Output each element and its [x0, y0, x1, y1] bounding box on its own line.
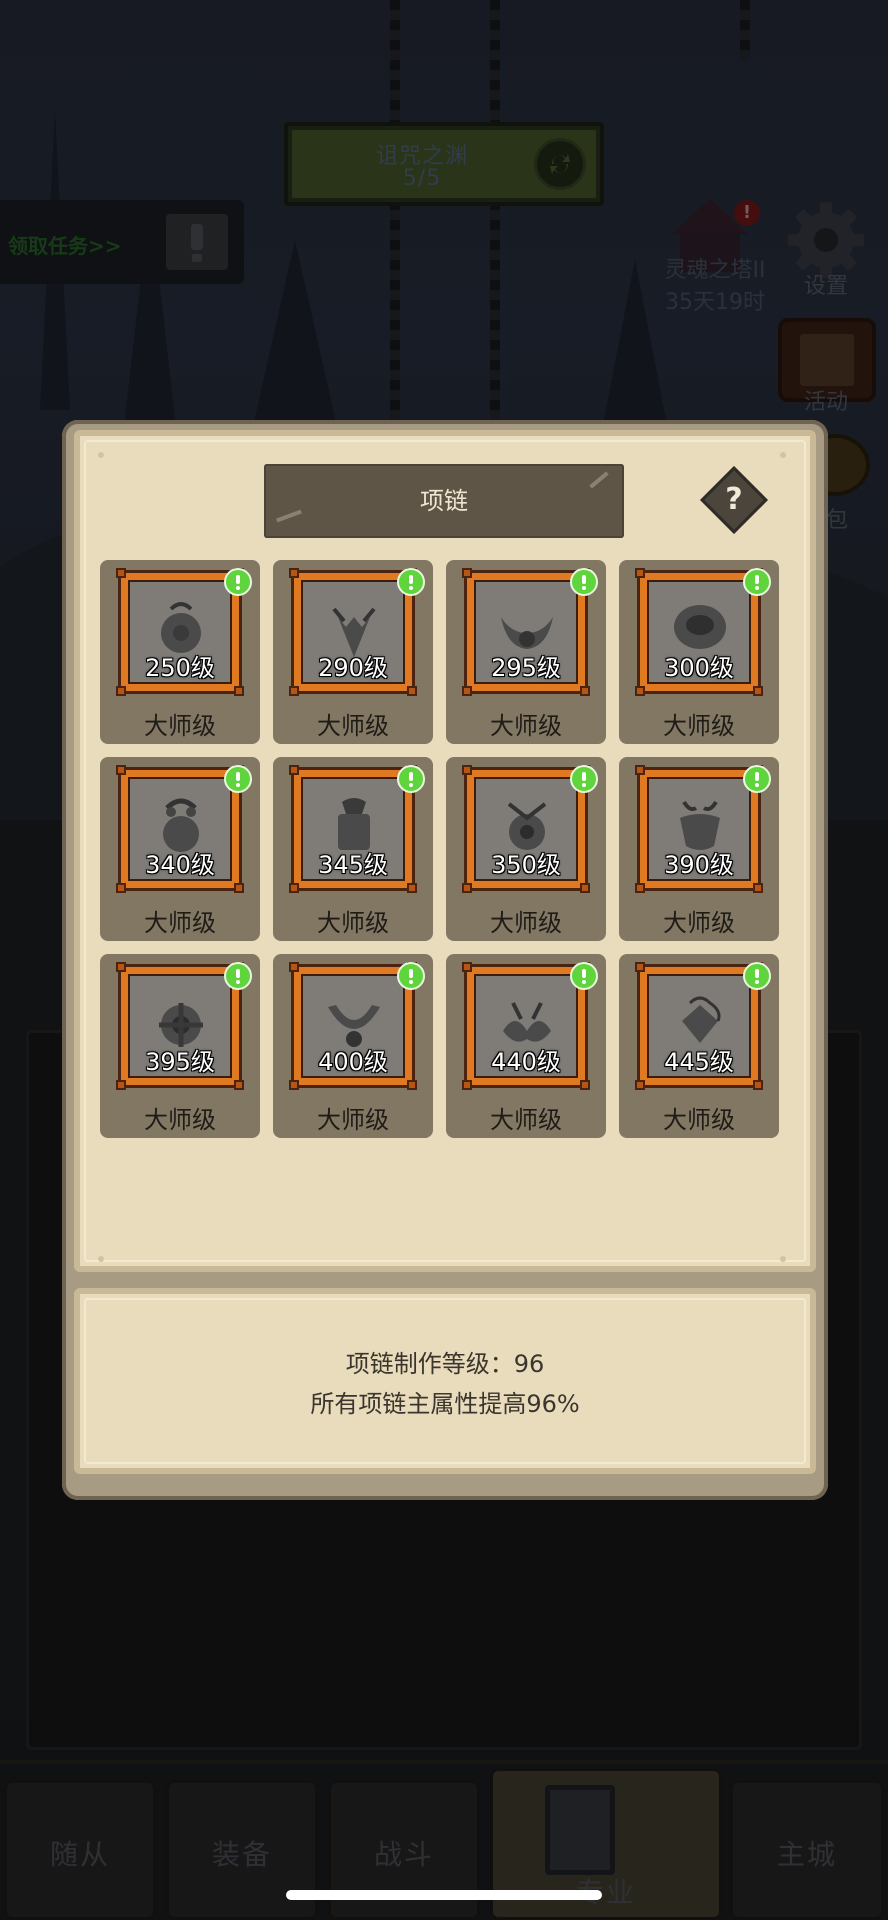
item-level: 250级 [145, 654, 215, 682]
item-level: 340级 [145, 851, 215, 879]
new-badge-icon [570, 765, 598, 793]
help-icon[interactable]: ? [710, 476, 758, 524]
item-rank: 大师级 [144, 712, 216, 740]
necklace-card[interactable]: 400级大师级 [273, 954, 433, 1138]
new-badge-icon [570, 962, 598, 990]
home-indicator[interactable] [286, 1890, 602, 1900]
item-level: 445级 [664, 1048, 734, 1076]
new-badge-icon [397, 568, 425, 596]
item-rank: 大师级 [663, 712, 735, 740]
item-level: 345级 [318, 851, 388, 879]
necklace-card[interactable]: 440级大师级 [446, 954, 606, 1138]
necklace-card[interactable]: 395级大师级 [100, 954, 260, 1138]
new-badge-icon [743, 962, 771, 990]
new-badge-icon [397, 962, 425, 990]
new-badge-icon [570, 568, 598, 596]
item-rank: 大师级 [144, 909, 216, 937]
item-level: 440级 [491, 1048, 561, 1076]
item-rank: 大师级 [663, 1106, 735, 1134]
new-badge-icon [743, 568, 771, 596]
new-badge-icon [224, 765, 252, 793]
item-rank: 大师级 [663, 909, 735, 937]
new-badge-icon [743, 765, 771, 793]
item-level: 300级 [664, 654, 734, 682]
necklace-card[interactable]: 295级大师级 [446, 560, 606, 744]
item-level: 400级 [318, 1048, 388, 1076]
item-level: 390级 [664, 851, 734, 879]
item-rank: 大师级 [317, 909, 389, 937]
necklace-card[interactable]: 345级大师级 [273, 757, 433, 941]
item-level: 295级 [491, 654, 561, 682]
item-level: 395级 [145, 1048, 215, 1076]
item-grid-viewport[interactable]: 195级大师级200级大师级240级大师级245级大师级250级大师级290级大… [100, 560, 790, 1250]
item-level: 350级 [491, 851, 561, 879]
new-badge-icon [224, 568, 252, 596]
new-badge-icon [397, 765, 425, 793]
necklace-card[interactable]: 445级大师级 [619, 954, 779, 1138]
item-level: 290级 [318, 654, 388, 682]
necklace-card[interactable]: 250级大师级 [100, 560, 260, 744]
craft-info-panel [74, 1288, 816, 1474]
necklace-card[interactable]: 340级大师级 [100, 757, 260, 941]
item-rank: 大师级 [490, 1106, 562, 1134]
craft-level-text: 项链制作等级：96 [345, 1350, 545, 1378]
necklace-card[interactable]: 350级大师级 [446, 757, 606, 941]
item-rank: 大师级 [490, 909, 562, 937]
new-badge-icon [224, 962, 252, 990]
necklace-card[interactable]: 390级大师级 [619, 757, 779, 941]
item-rank: 大师级 [317, 1106, 389, 1134]
item-rank: 大师级 [490, 712, 562, 740]
craft-bonus-text: 所有项链主属性提高96% [310, 1390, 580, 1418]
modal-title: 项链 [420, 487, 468, 515]
necklace-card[interactable]: 300级大师级 [619, 560, 779, 744]
item-rank: 大师级 [144, 1106, 216, 1134]
necklace-card[interactable]: 290级大师级 [273, 560, 433, 744]
item-rank: 大师级 [317, 712, 389, 740]
